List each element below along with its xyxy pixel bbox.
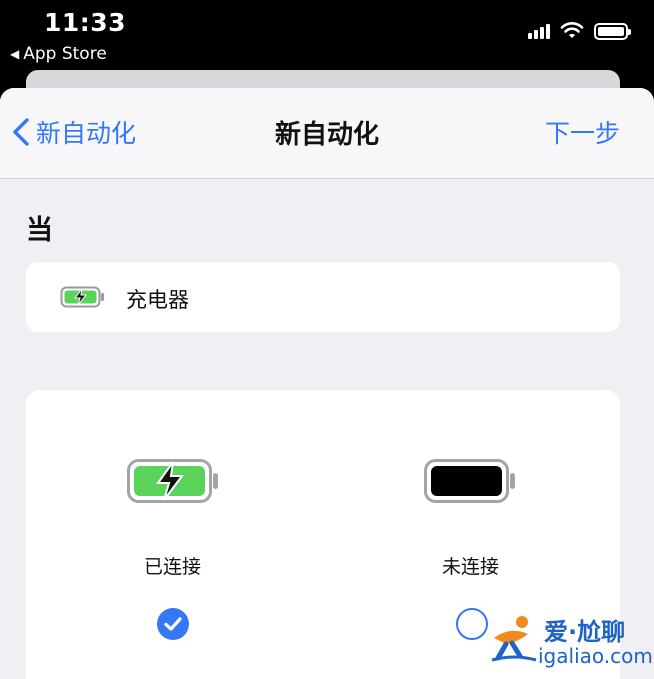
charging-battery-icon <box>60 286 104 308</box>
option-check-connected[interactable] <box>157 608 189 640</box>
watermark: 爱·尬聊 igaliao.com <box>488 608 654 672</box>
status-icons <box>528 22 631 40</box>
triangle-left-icon: ◀ <box>10 47 20 61</box>
trigger-row[interactable]: 充电器 <box>26 262 620 332</box>
charging-battery-icon <box>127 459 218 503</box>
back-app-label: App Store <box>23 44 107 64</box>
watermark-title: 爱·尬聊 <box>544 618 626 646</box>
checkmark-icon <box>164 617 182 631</box>
watermark-url: igaliao.com <box>538 644 653 668</box>
option-label-disconnected: 未连接 <box>442 556 500 578</box>
nav-bar: 新自动化 新自动化 下一步 <box>0 88 654 179</box>
next-button[interactable]: 下一步 <box>545 114 620 150</box>
cellular-signal-icon <box>528 23 550 39</box>
automation-sheet: 新自动化 新自动化 下一步 当 充电器 已连接 未连接 爱·尬聊 igaliao… <box>0 88 654 679</box>
back-to-app-store[interactable]: ◀ App Store <box>10 44 107 64</box>
status-bar: 11:33 ◀ App Store <box>0 0 654 72</box>
runner-logo-icon <box>491 616 537 662</box>
trigger-label: 充电器 <box>126 288 189 312</box>
battery-icon <box>424 459 515 503</box>
option-check-disconnected[interactable] <box>456 608 488 640</box>
status-time: 11:33 <box>44 8 127 37</box>
wifi-icon <box>560 22 584 38</box>
option-label-connected: 已连接 <box>144 556 202 578</box>
section-label: 当 <box>26 215 53 246</box>
battery-icon <box>594 22 631 40</box>
